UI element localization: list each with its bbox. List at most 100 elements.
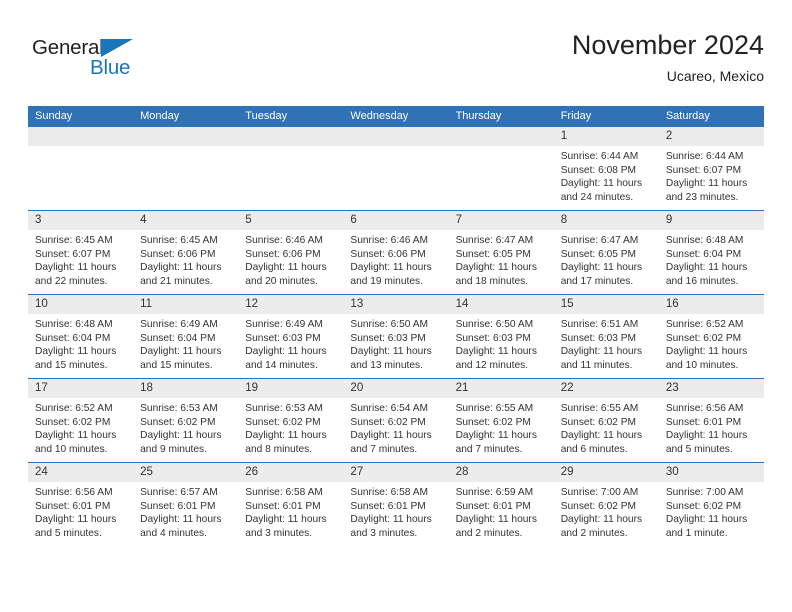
day-cell[interactable]: 21 Sunrise: 6:55 AM Sunset: 6:02 PM Dayligh… [448, 378, 554, 463]
daylight-text-line1: Daylight: 11 hours [455, 262, 537, 274]
day-cell[interactable]: 15 Sunrise: 6:51 AM Sunset: 6:03 PM Dayligh… [553, 294, 659, 379]
page-title: November 2024 [571, 30, 764, 60]
day-cell[interactable]: 13 Sunrise: 6:50 AM Sunset: 6:03 PM Dayligh… [343, 294, 449, 379]
day-number: 27 [343, 463, 449, 482]
day-cell[interactable]: 30 Sunrise: 7:00 AM Sunset: 6:02 PM Dayligh… [658, 462, 764, 546]
daylight-text-line1: Daylight: 11 hours [245, 346, 327, 358]
daylight-text-line1: Daylight: 11 hours [560, 346, 643, 358]
daylight-text-line1: Daylight: 11 hours [350, 430, 432, 442]
day-cell[interactable]: 14 Sunrise: 6:50 AM Sunset: 6:03 PM Dayligh… [448, 294, 554, 379]
day-cell[interactable]: 6 Sunrise: 6:46 AM Sunset: 6:06 PM Daylight… [343, 210, 449, 295]
day-details: Sunrise: 6:49 AM Sunset: 6:04 PM Daylight:… [133, 314, 238, 372]
day-cell[interactable]: 26 Sunrise: 6:58 AM Sunset: 6:01 PM Dayligh… [238, 462, 344, 546]
weekday-header-sunday: Sunday [28, 106, 134, 127]
day-cell[interactable]: 1 Sunrise: 6:44 AM Sunset: 6:08 PM Daylight… [553, 127, 659, 211]
calendar-table: Sunday Monday Tuesday Wednesday Thursday… [28, 106, 764, 546]
logo-text-blue: Blue [90, 56, 131, 79]
day-cell[interactable]: 29 Sunrise: 7:00 AM Sunset: 6:02 PM Dayligh… [553, 462, 659, 546]
general-blue-logo[interactable]: General Blue [32, 36, 152, 86]
day-cell[interactable]: 8 Sunrise: 6:47 AM Sunset: 6:05 PM Daylight… [553, 210, 659, 295]
day-cell[interactable]: 19 Sunrise: 6:53 AM Sunset: 6:02 PM Dayligh… [238, 378, 344, 463]
triangle-icon [101, 39, 133, 57]
day-cell[interactable]: 9 Sunrise: 6:48 AM Sunset: 6:04 PM Daylight… [658, 210, 764, 295]
day-cell[interactable]: 12 Sunrise: 6:49 AM Sunset: 6:03 PM Dayligh… [238, 294, 344, 379]
daylight-text-line2: and 13 minutes. [350, 359, 423, 371]
sunrise-text: Sunrise: 6:44 AM [665, 151, 744, 162]
day-number: 21 [448, 379, 554, 398]
day-details: Sunrise: 6:45 AM Sunset: 6:06 PM Daylight:… [133, 230, 238, 288]
daylight-text-line1: Daylight: 11 hours [35, 430, 117, 442]
daylight-text-line2: and 20 minutes. [245, 275, 318, 287]
sunrise-text: Sunrise: 7:00 AM [665, 487, 744, 498]
day-number: 8 [553, 211, 659, 230]
calendar-page: General Blue November 2024 Ucareo, Mexic… [0, 0, 792, 612]
daylight-text-line2: and 7 minutes. [455, 443, 523, 455]
sunset-text: Sunset: 6:02 PM [560, 416, 637, 428]
day-number [343, 127, 449, 146]
daylight-text-line2: and 18 minutes. [455, 275, 529, 287]
daylight-text-line2: and 16 minutes. [665, 275, 739, 287]
day-cell[interactable]: 23 Sunrise: 6:56 AM Sunset: 6:01 PM Dayligh… [658, 378, 764, 463]
day-cell[interactable]: 17 Sunrise: 6:52 AM Sunset: 6:02 PM Dayligh… [28, 378, 134, 463]
day-number: 9 [658, 211, 764, 230]
day-details: Sunrise: 6:46 AM Sunset: 6:06 PM Daylight:… [343, 230, 448, 288]
sunset-text: Sunset: 6:05 PM [560, 248, 637, 260]
daylight-text-line1: Daylight: 11 hours [665, 514, 748, 526]
daylight-text-line1: Daylight: 11 hours [35, 262, 117, 274]
daylight-text-line1: Daylight: 11 hours [35, 346, 117, 358]
day-number: 22 [553, 379, 659, 398]
daylight-text-line2: and 19 minutes. [350, 275, 423, 287]
day-cell[interactable]: 3 Sunrise: 6:45 AM Sunset: 6:07 PM Daylight… [28, 210, 134, 295]
weekday-header-friday: Friday [553, 106, 659, 127]
day-number: 1 [553, 127, 659, 146]
day-cell[interactable]: 16 Sunrise: 6:52 AM Sunset: 6:02 PM Dayligh… [658, 294, 764, 379]
day-cell-empty [448, 127, 554, 211]
day-number [238, 127, 344, 146]
day-number: 15 [553, 295, 659, 314]
day-details: Sunrise: 6:55 AM Sunset: 6:02 PM Daylight:… [554, 398, 659, 456]
day-details: Sunrise: 6:48 AM Sunset: 6:04 PM Daylight:… [659, 230, 764, 288]
day-cell[interactable]: 10 Sunrise: 6:48 AM Sunset: 6:04 PM Dayligh… [28, 294, 134, 379]
daylight-text-line1: Daylight: 11 hours [665, 178, 748, 190]
daylight-text-line1: Daylight: 11 hours [350, 262, 432, 274]
sunset-text: Sunset: 6:03 PM [350, 332, 426, 344]
daylight-text-line2: and 2 minutes. [455, 527, 523, 539]
day-cell[interactable]: 7 Sunrise: 6:47 AM Sunset: 6:05 PM Daylight… [448, 210, 554, 295]
daylight-text-line1: Daylight: 11 hours [665, 346, 748, 358]
day-cell[interactable]: 18 Sunrise: 6:53 AM Sunset: 6:02 PM Dayligh… [133, 378, 239, 463]
sunrise-text: Sunrise: 6:48 AM [35, 319, 113, 330]
daylight-text-line2: and 10 minutes. [35, 443, 108, 455]
day-details: Sunrise: 6:47 AM Sunset: 6:05 PM Daylight:… [449, 230, 554, 288]
day-cell[interactable]: 24 Sunrise: 6:56 AM Sunset: 6:01 PM Dayligh… [28, 462, 134, 546]
page-subtitle: Ucareo, Mexico [666, 68, 764, 84]
sunset-text: Sunset: 6:02 PM [140, 416, 216, 428]
day-details: Sunrise: 6:56 AM Sunset: 6:01 PM Daylight:… [28, 482, 133, 540]
sunrise-text: Sunrise: 6:46 AM [350, 235, 429, 246]
day-cell[interactable]: 22 Sunrise: 6:55 AM Sunset: 6:02 PM Dayligh… [553, 378, 659, 463]
day-cell[interactable]: 5 Sunrise: 6:46 AM Sunset: 6:06 PM Daylight… [238, 210, 344, 295]
day-cell[interactable]: 11 Sunrise: 6:49 AM Sunset: 6:04 PM Dayligh… [133, 294, 239, 379]
day-number: 28 [448, 463, 554, 482]
sunset-text: Sunset: 6:02 PM [245, 416, 321, 428]
day-cell[interactable]: 28 Sunrise: 6:59 AM Sunset: 6:01 PM Dayligh… [448, 462, 554, 546]
sunset-text: Sunset: 6:02 PM [350, 416, 426, 428]
sunset-text: Sunset: 6:02 PM [35, 416, 111, 428]
day-number: 11 [133, 295, 239, 314]
page-header: General Blue November 2024 Ucareo, Mexic… [28, 28, 764, 96]
sunset-text: Sunset: 6:01 PM [140, 500, 216, 512]
day-cell[interactable]: 4 Sunrise: 6:45 AM Sunset: 6:06 PM Daylight… [133, 210, 239, 295]
sunrise-text: Sunrise: 6:47 AM [560, 235, 639, 246]
daylight-text-line2: and 9 minutes. [140, 443, 207, 455]
day-cell[interactable]: 20 Sunrise: 6:54 AM Sunset: 6:02 PM Dayligh… [343, 378, 449, 463]
sunrise-text: Sunrise: 6:59 AM [455, 487, 534, 498]
day-cell[interactable]: 27 Sunrise: 6:58 AM Sunset: 6:01 PM Dayligh… [343, 462, 449, 546]
daylight-text-line2: and 21 minutes. [140, 275, 213, 287]
sunset-text: Sunset: 6:02 PM [665, 332, 742, 344]
daylight-text-line1: Daylight: 11 hours [560, 178, 643, 190]
daylight-text-line2: and 5 minutes. [665, 443, 733, 455]
day-cell[interactable]: 25 Sunrise: 6:57 AM Sunset: 6:01 PM Dayligh… [133, 462, 239, 546]
daylight-text-line2: and 8 minutes. [245, 443, 313, 455]
sunrise-text: Sunrise: 6:58 AM [350, 487, 429, 498]
day-cell[interactable]: 2 Sunrise: 6:44 AM Sunset: 6:07 PM Daylight… [658, 127, 764, 211]
day-details: Sunrise: 6:47 AM Sunset: 6:05 PM Daylight:… [554, 230, 659, 288]
